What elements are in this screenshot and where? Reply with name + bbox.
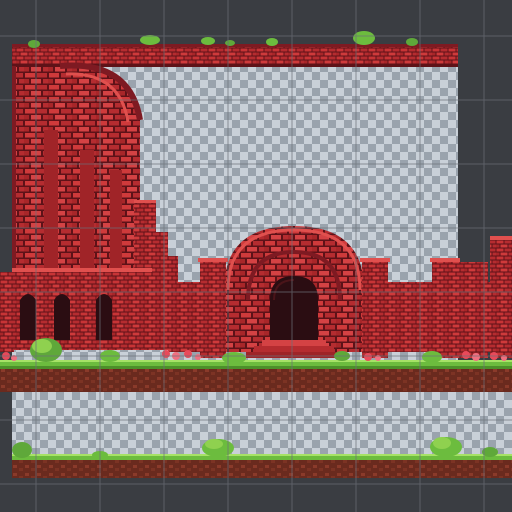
ground-strip-top: [0, 360, 512, 392]
left-arcade: [0, 268, 152, 352]
tileset-canvas: [0, 0, 512, 512]
left-arch-wall: [12, 62, 143, 280]
ground-strip-bottom: [12, 454, 512, 478]
arch-gateway: [224, 226, 364, 352]
